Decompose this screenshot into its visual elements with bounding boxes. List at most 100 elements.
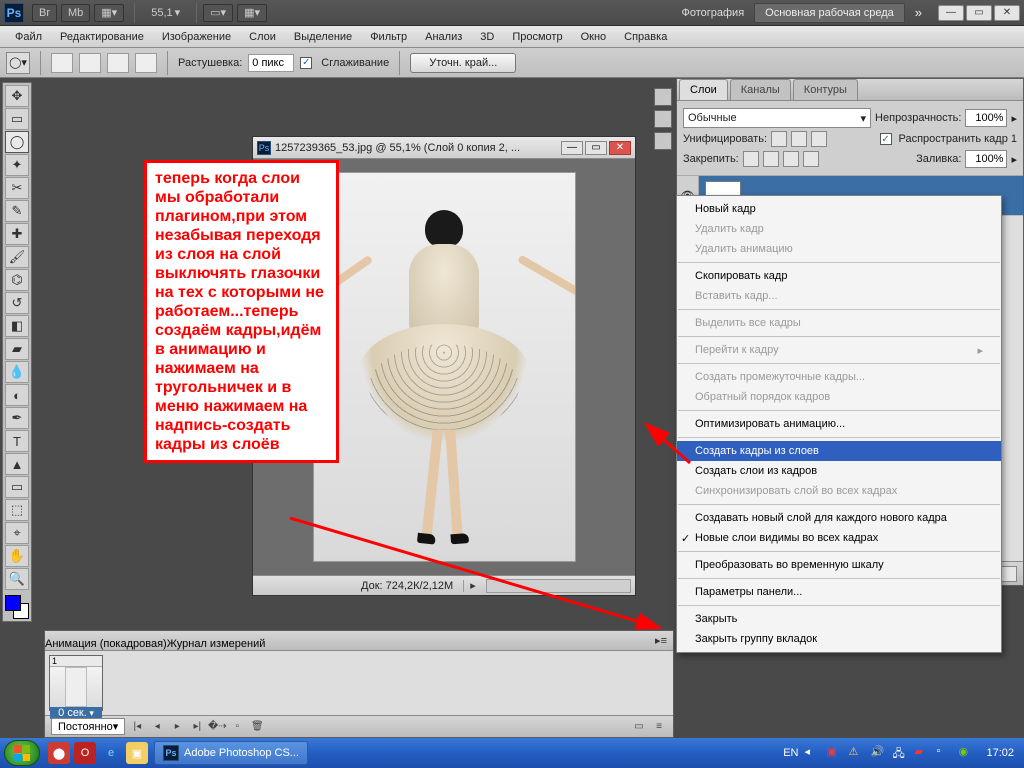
hand-tool[interactable]: ✋ (5, 545, 29, 567)
opacity-input[interactable] (965, 109, 1007, 127)
add-selection-mode[interactable] (79, 53, 101, 73)
quicklaunch-icon[interactable]: ⬤ (48, 742, 70, 764)
tray-network-icon[interactable]: 🖧 (892, 745, 908, 761)
menu-item[interactable]: Закрыть (677, 609, 1001, 629)
history-brush-tool[interactable]: ↺ (5, 292, 29, 314)
doc-maximize-button[interactable]: ▭ (585, 141, 607, 155)
menu-редактирование[interactable]: Редактирование (51, 28, 153, 46)
fill-arrow-icon[interactable]: ▸ (1011, 153, 1017, 166)
menu-item[interactable]: Создать кадры из слоев (677, 441, 1001, 461)
feather-input[interactable] (248, 54, 294, 72)
convert-timeline-button[interactable]: ▭ (631, 720, 647, 734)
antialias-checkbox[interactable] (300, 57, 312, 69)
launch-bridge-button[interactable]: Br (32, 4, 57, 22)
tray-icon[interactable]: ◂ (804, 745, 820, 761)
tray-shield-icon[interactable]: ▣ (826, 745, 842, 761)
expand-workspaces-icon[interactable]: » (915, 5, 922, 20)
lock-position-icon[interactable] (783, 151, 799, 167)
zoom-level[interactable]: 55,1 (151, 7, 172, 19)
tray-misc-icon[interactable]: ▫ (936, 745, 952, 761)
start-button[interactable] (4, 740, 40, 766)
quicklaunch-ie-icon[interactable]: e (100, 742, 122, 764)
tab-Анимация (покадровая)[interactable]: Анимация (покадровая) (45, 638, 167, 650)
shape-tool[interactable]: ▭ (5, 476, 29, 498)
quicklaunch-explorer-icon[interactable]: ▣ (126, 742, 148, 764)
color-swatches[interactable] (5, 595, 29, 619)
refine-edge-button[interactable]: Уточн. край... (410, 53, 516, 73)
close-app-button[interactable]: ✕ (994, 5, 1020, 21)
panel-menu-button[interactable]: ≡ (651, 720, 667, 734)
first-frame-button[interactable]: |◂ (129, 720, 145, 734)
doc-minimize-button[interactable]: — (561, 141, 583, 155)
animation-frames-area[interactable]: 1 0 сек. ▾ (45, 651, 673, 715)
animation-flyout-button[interactable]: ▸≡ (649, 631, 673, 650)
menu-item[interactable]: Параметры панели... (677, 582, 1001, 602)
screen-mode-button[interactable]: ▦▾ (94, 4, 124, 22)
duplicate-frame-button[interactable]: ▫ (229, 720, 245, 734)
minimize-button[interactable]: — (938, 5, 964, 21)
doc-size-info[interactable]: Док: 724,2К/2,12М (351, 580, 464, 592)
healing-tool[interactable]: ✚ (5, 223, 29, 245)
menu-просмотр[interactable]: Просмотр (503, 28, 571, 46)
quicklaunch-opera-icon[interactable]: O (74, 742, 96, 764)
subtract-selection-mode[interactable] (107, 53, 129, 73)
menu-слои[interactable]: Слои (240, 28, 285, 46)
menu-окно[interactable]: Окно (572, 28, 616, 46)
taskbar-app-button[interactable]: Ps Adobe Photoshop CS... (154, 741, 308, 765)
crop-tool[interactable]: ✂ (5, 177, 29, 199)
menu-item[interactable]: Создавать новый слой для каждого нового … (677, 508, 1001, 528)
document-titlebar[interactable]: Ps 1257239365_53.jpg @ 55,1% (Слой 0 коп… (253, 137, 635, 159)
tab-Слои[interactable]: Слои (679, 79, 728, 100)
tween-button[interactable]: �⇢ (209, 720, 225, 734)
propagate-checkbox[interactable] (880, 133, 892, 145)
dodge-tool[interactable]: ◐ (5, 384, 29, 406)
zoom-tool[interactable]: 🔍 (5, 568, 29, 590)
menu-изображение[interactable]: Изображение (153, 28, 240, 46)
menu-item[interactable]: Закрыть группу вкладок (677, 629, 1001, 649)
tab-Контуры[interactable]: Контуры (793, 79, 858, 100)
foreground-color[interactable] (5, 595, 21, 611)
menu-выделение[interactable]: Выделение (285, 28, 361, 46)
3d-camera-tool[interactable]: ⌖ (5, 522, 29, 544)
tray-avira-icon[interactable]: ▰ (914, 745, 930, 761)
magic-wand-tool[interactable]: ✦ (5, 154, 29, 176)
menu-item[interactable]: Преобразовать во временную шкалу (677, 555, 1001, 575)
pen-tool[interactable]: ✒ (5, 407, 29, 429)
menu-item[interactable]: Создать слои из кадров (677, 461, 1001, 481)
3d-tool[interactable]: ⬚ (5, 499, 29, 521)
photo-label[interactable]: Фотография (681, 7, 744, 19)
lasso-tool[interactable]: ◯ (5, 131, 29, 153)
path-select-tool[interactable]: ▲ (5, 453, 29, 475)
canvas[interactable] (313, 172, 576, 562)
marquee-tool[interactable]: ▭ (5, 108, 29, 130)
prev-frame-button[interactable]: ◂ (149, 720, 165, 734)
tab-Каналы[interactable]: Каналы (730, 79, 791, 100)
maximize-button[interactable]: ▭ (966, 5, 992, 21)
menu-item[interactable]: Оптимизировать анимацию... (677, 414, 1001, 434)
menu-item[interactable]: Новый кадр (677, 199, 1001, 219)
intersect-selection-mode[interactable] (135, 53, 157, 73)
unify-style-icon[interactable] (811, 131, 827, 147)
status-arrow-icon[interactable]: ▸ (464, 579, 482, 592)
collapsed-panels[interactable] (654, 88, 674, 154)
stamp-tool[interactable]: ⌬ (5, 269, 29, 291)
doc-close-button[interactable]: ✕ (609, 141, 631, 155)
language-indicator[interactable]: EN (783, 747, 798, 759)
play-button[interactable]: ▸ (169, 720, 185, 734)
h-scrollbar[interactable] (486, 579, 631, 593)
arrange-docs-button[interactable]: ▦▾ (237, 4, 267, 22)
blur-tool[interactable]: 💧 (5, 361, 29, 383)
fill-input[interactable] (965, 150, 1007, 168)
view-extras-button[interactable]: ▭▾ (203, 4, 233, 22)
menu-справка[interactable]: Справка (615, 28, 676, 46)
menu-item[interactable]: Новые слои видимы во всех кадрах (677, 528, 1001, 548)
new-selection-mode[interactable] (51, 53, 73, 73)
menu-файл[interactable]: Файл (6, 28, 51, 46)
delete-frame-button[interactable]: 🗑 (249, 720, 265, 734)
gradient-tool[interactable]: ▰ (5, 338, 29, 360)
unify-visibility-icon[interactable] (791, 131, 807, 147)
brush-tool[interactable]: 🖌 (5, 246, 29, 268)
opacity-arrow-icon[interactable]: ▸ (1011, 112, 1017, 125)
menu-анализ[interactable]: Анализ (416, 28, 471, 46)
next-frame-button[interactable]: ▸| (189, 720, 205, 734)
